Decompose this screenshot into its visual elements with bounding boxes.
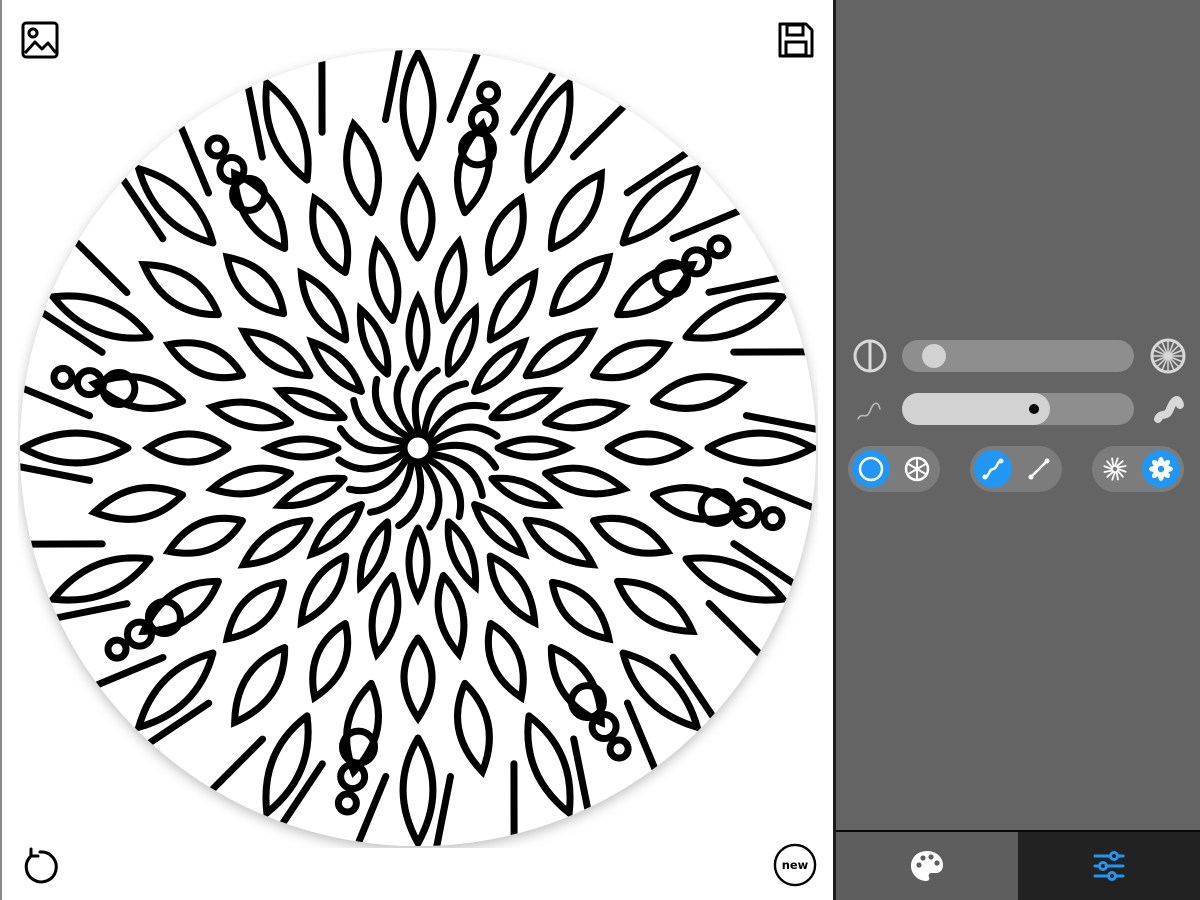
brush-slider[interactable] xyxy=(902,393,1134,425)
palette-icon xyxy=(911,851,943,881)
flower-pattern-option[interactable] xyxy=(1142,450,1180,488)
tab-palette[interactable] xyxy=(836,832,1018,900)
save-button[interactable] xyxy=(774,18,818,62)
starburst-icon xyxy=(1103,457,1127,481)
pattern-toggle-group xyxy=(1092,446,1184,492)
line-style-toggle-group xyxy=(970,446,1062,492)
straight-line-option[interactable] xyxy=(1020,450,1058,488)
undo-button[interactable] xyxy=(18,844,62,888)
starburst-pattern-option[interactable] xyxy=(1096,450,1134,488)
bottom-tab-bar xyxy=(836,830,1200,900)
circle-shape-option[interactable] xyxy=(852,450,890,488)
circle-icon xyxy=(858,456,884,482)
brush-slider-row xyxy=(850,389,1190,429)
segmented-shape-option[interactable] xyxy=(898,450,936,488)
radial-circle-icon xyxy=(1148,336,1188,376)
segmented-circle-icon xyxy=(904,456,930,482)
flower-icon xyxy=(1149,457,1173,481)
undo-icon xyxy=(24,847,58,884)
straight-line-icon xyxy=(1028,458,1050,480)
thin-stroke-icon xyxy=(850,389,890,429)
symmetry-slider[interactable] xyxy=(902,340,1134,372)
new-badge-icon: new xyxy=(773,843,817,887)
open-image-button[interactable] xyxy=(18,18,62,62)
tab-settings[interactable] xyxy=(1018,832,1200,900)
brush-slider-knob[interactable] xyxy=(1022,397,1046,421)
symmetry-slider-knob[interactable] xyxy=(922,344,946,368)
new-drawing-button[interactable]: new xyxy=(773,843,817,887)
half-circle-icon xyxy=(850,336,890,376)
sliders-icon xyxy=(1093,851,1125,881)
mandala-canvas[interactable] xyxy=(18,48,818,848)
curve-line-option[interactable] xyxy=(974,450,1012,488)
image-icon xyxy=(21,21,59,59)
symmetry-slider-row xyxy=(850,336,1190,376)
floppy-disk-icon xyxy=(778,22,814,58)
shape-toggle-group xyxy=(848,446,940,492)
new-label: new xyxy=(782,858,809,872)
curve-icon xyxy=(982,458,1004,480)
thick-stroke-icon xyxy=(1148,389,1188,429)
